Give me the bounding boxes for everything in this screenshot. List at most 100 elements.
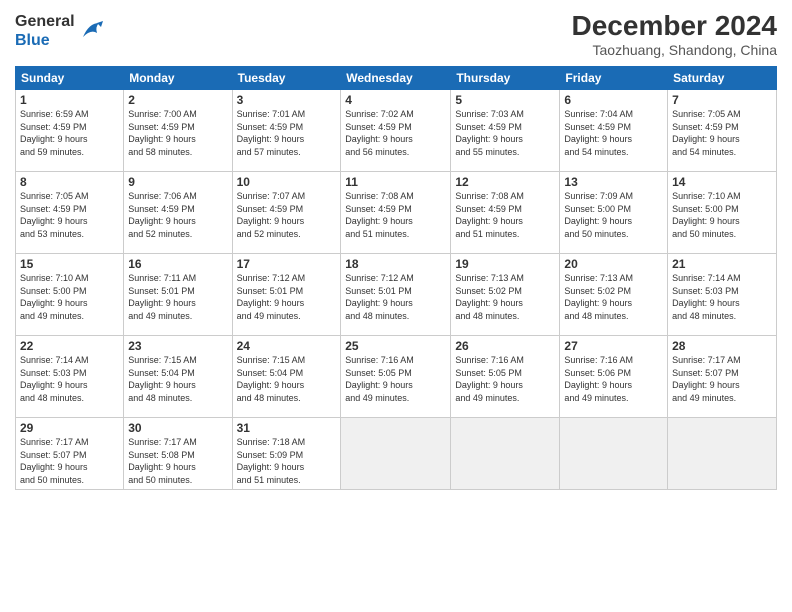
table-row	[341, 418, 451, 490]
day-info: Sunrise: 6:59 AMSunset: 4:59 PMDaylight:…	[20, 108, 119, 158]
header-tuesday: Tuesday	[232, 67, 341, 90]
day-info: Sunrise: 7:00 AMSunset: 4:59 PMDaylight:…	[128, 108, 227, 158]
day-info: Sunrise: 7:05 AMSunset: 4:59 PMDaylight:…	[672, 108, 772, 158]
calendar-week-row: 1Sunrise: 6:59 AMSunset: 4:59 PMDaylight…	[16, 90, 777, 172]
day-info: Sunrise: 7:05 AMSunset: 4:59 PMDaylight:…	[20, 190, 119, 240]
table-row: 15Sunrise: 7:10 AMSunset: 5:00 PMDayligh…	[16, 254, 124, 336]
day-info: Sunrise: 7:10 AMSunset: 5:00 PMDaylight:…	[672, 190, 772, 240]
day-number: 10	[237, 175, 337, 189]
table-row: 22Sunrise: 7:14 AMSunset: 5:03 PMDayligh…	[16, 336, 124, 418]
location-subtitle: Taozhuang, Shandong, China	[572, 42, 777, 58]
day-info: Sunrise: 7:17 AMSunset: 5:08 PMDaylight:…	[128, 436, 227, 486]
header-saturday: Saturday	[668, 67, 777, 90]
title-block: December 2024 Taozhuang, Shandong, China	[572, 10, 777, 58]
day-info: Sunrise: 7:09 AMSunset: 5:00 PMDaylight:…	[564, 190, 663, 240]
day-info: Sunrise: 7:15 AMSunset: 5:04 PMDaylight:…	[128, 354, 227, 404]
table-row: 17Sunrise: 7:12 AMSunset: 5:01 PMDayligh…	[232, 254, 341, 336]
table-row: 19Sunrise: 7:13 AMSunset: 5:02 PMDayligh…	[451, 254, 560, 336]
month-title: December 2024	[572, 10, 777, 42]
day-number: 8	[20, 175, 119, 189]
table-row	[668, 418, 777, 490]
day-info: Sunrise: 7:17 AMSunset: 5:07 PMDaylight:…	[672, 354, 772, 404]
table-row: 21Sunrise: 7:14 AMSunset: 5:03 PMDayligh…	[668, 254, 777, 336]
header-monday: Monday	[124, 67, 232, 90]
day-number: 16	[128, 257, 227, 271]
calendar-week-row: 8Sunrise: 7:05 AMSunset: 4:59 PMDaylight…	[16, 172, 777, 254]
logo-line1: General	[15, 12, 75, 31]
day-number: 13	[564, 175, 663, 189]
table-row	[560, 418, 668, 490]
table-row: 30Sunrise: 7:17 AMSunset: 5:08 PMDayligh…	[124, 418, 232, 490]
day-info: Sunrise: 7:13 AMSunset: 5:02 PMDaylight:…	[564, 272, 663, 322]
day-number: 23	[128, 339, 227, 353]
table-row: 28Sunrise: 7:17 AMSunset: 5:07 PMDayligh…	[668, 336, 777, 418]
day-number: 6	[564, 93, 663, 107]
table-row: 3Sunrise: 7:01 AMSunset: 4:59 PMDaylight…	[232, 90, 341, 172]
table-row: 4Sunrise: 7:02 AMSunset: 4:59 PMDaylight…	[341, 90, 451, 172]
day-number: 18	[345, 257, 446, 271]
day-number: 5	[455, 93, 555, 107]
calendar-week-row: 29Sunrise: 7:17 AMSunset: 5:07 PMDayligh…	[16, 418, 777, 490]
table-row: 13Sunrise: 7:09 AMSunset: 5:00 PMDayligh…	[560, 172, 668, 254]
day-info: Sunrise: 7:15 AMSunset: 5:04 PMDaylight:…	[237, 354, 337, 404]
day-info: Sunrise: 7:06 AMSunset: 4:59 PMDaylight:…	[128, 190, 227, 240]
day-info: Sunrise: 7:02 AMSunset: 4:59 PMDaylight:…	[345, 108, 446, 158]
day-number: 27	[564, 339, 663, 353]
day-info: Sunrise: 7:01 AMSunset: 4:59 PMDaylight:…	[237, 108, 337, 158]
weekday-header-row: Sunday Monday Tuesday Wednesday Thursday…	[16, 67, 777, 90]
table-row: 31Sunrise: 7:18 AMSunset: 5:09 PMDayligh…	[232, 418, 341, 490]
day-info: Sunrise: 7:14 AMSunset: 5:03 PMDaylight:…	[20, 354, 119, 404]
day-number: 3	[237, 93, 337, 107]
header: General Blue December 2024 Taozhuang, Sh…	[15, 10, 777, 58]
table-row: 10Sunrise: 7:07 AMSunset: 4:59 PMDayligh…	[232, 172, 341, 254]
day-info: Sunrise: 7:08 AMSunset: 4:59 PMDaylight:…	[345, 190, 446, 240]
table-row	[451, 418, 560, 490]
day-info: Sunrise: 7:10 AMSunset: 5:00 PMDaylight:…	[20, 272, 119, 322]
table-row: 14Sunrise: 7:10 AMSunset: 5:00 PMDayligh…	[668, 172, 777, 254]
day-info: Sunrise: 7:04 AMSunset: 4:59 PMDaylight:…	[564, 108, 663, 158]
header-wednesday: Wednesday	[341, 67, 451, 90]
day-info: Sunrise: 7:16 AMSunset: 5:05 PMDaylight:…	[455, 354, 555, 404]
day-number: 1	[20, 93, 119, 107]
day-number: 20	[564, 257, 663, 271]
header-thursday: Thursday	[451, 67, 560, 90]
day-number: 31	[237, 421, 337, 435]
day-info: Sunrise: 7:16 AMSunset: 5:05 PMDaylight:…	[345, 354, 446, 404]
day-number: 25	[345, 339, 446, 353]
day-number: 30	[128, 421, 227, 435]
logo-line2: Blue	[15, 31, 75, 50]
header-sunday: Sunday	[16, 67, 124, 90]
table-row: 16Sunrise: 7:11 AMSunset: 5:01 PMDayligh…	[124, 254, 232, 336]
day-info: Sunrise: 7:17 AMSunset: 5:07 PMDaylight:…	[20, 436, 119, 486]
day-info: Sunrise: 7:12 AMSunset: 5:01 PMDaylight:…	[345, 272, 446, 322]
table-row: 27Sunrise: 7:16 AMSunset: 5:06 PMDayligh…	[560, 336, 668, 418]
table-row: 20Sunrise: 7:13 AMSunset: 5:02 PMDayligh…	[560, 254, 668, 336]
table-row: 26Sunrise: 7:16 AMSunset: 5:05 PMDayligh…	[451, 336, 560, 418]
day-number: 2	[128, 93, 227, 107]
logo: General Blue	[15, 10, 103, 50]
day-number: 14	[672, 175, 772, 189]
day-number: 19	[455, 257, 555, 271]
table-row: 1Sunrise: 6:59 AMSunset: 4:59 PMDaylight…	[16, 90, 124, 172]
day-number: 22	[20, 339, 119, 353]
day-info: Sunrise: 7:08 AMSunset: 4:59 PMDaylight:…	[455, 190, 555, 240]
table-row: 8Sunrise: 7:05 AMSunset: 4:59 PMDaylight…	[16, 172, 124, 254]
day-info: Sunrise: 7:07 AMSunset: 4:59 PMDaylight:…	[237, 190, 337, 240]
day-number: 15	[20, 257, 119, 271]
calendar-week-row: 22Sunrise: 7:14 AMSunset: 5:03 PMDayligh…	[16, 336, 777, 418]
table-row: 6Sunrise: 7:04 AMSunset: 4:59 PMDaylight…	[560, 90, 668, 172]
day-info: Sunrise: 7:14 AMSunset: 5:03 PMDaylight:…	[672, 272, 772, 322]
day-number: 24	[237, 339, 337, 353]
page-container: General Blue December 2024 Taozhuang, Sh…	[0, 0, 792, 612]
table-row: 12Sunrise: 7:08 AMSunset: 4:59 PMDayligh…	[451, 172, 560, 254]
day-number: 9	[128, 175, 227, 189]
day-info: Sunrise: 7:18 AMSunset: 5:09 PMDaylight:…	[237, 436, 337, 486]
day-info: Sunrise: 7:11 AMSunset: 5:01 PMDaylight:…	[128, 272, 227, 322]
table-row: 18Sunrise: 7:12 AMSunset: 5:01 PMDayligh…	[341, 254, 451, 336]
day-number: 7	[672, 93, 772, 107]
calendar-table: Sunday Monday Tuesday Wednesday Thursday…	[15, 66, 777, 490]
logo-bird-icon	[81, 19, 103, 41]
day-number: 29	[20, 421, 119, 435]
table-row: 29Sunrise: 7:17 AMSunset: 5:07 PMDayligh…	[16, 418, 124, 490]
day-number: 17	[237, 257, 337, 271]
